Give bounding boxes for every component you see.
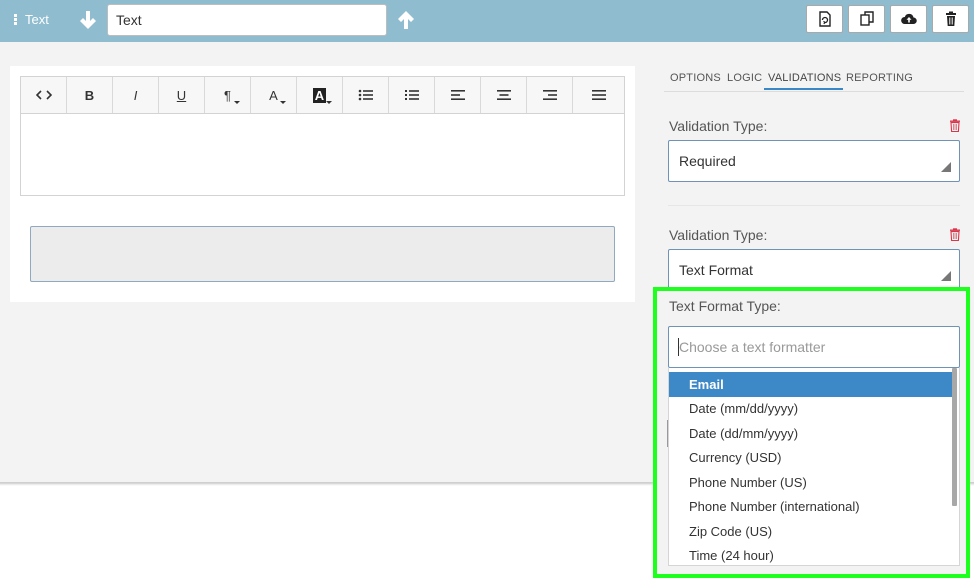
option-phone-us[interactable]: Phone Number (US) [669, 470, 955, 495]
validation-type-label: Validation Type: [669, 118, 768, 134]
bold-icon: B [84, 87, 95, 103]
text-format-type-label: Text Format Type: [669, 298, 781, 314]
top-toolbar: Text [0, 0, 974, 42]
bold-button[interactable]: B [67, 77, 113, 113]
paragraph-icon: ¶ [224, 87, 231, 103]
resize-corner-icon [941, 162, 951, 172]
selected-value: Required [679, 153, 736, 169]
align-right-icon [542, 90, 557, 100]
copy-icon [859, 11, 874, 26]
resize-corner-icon [941, 271, 951, 281]
text-cursor [678, 338, 679, 356]
delete-button[interactable] [932, 5, 969, 33]
unordered-list-button[interactable] [343, 77, 389, 113]
align-left-icon [450, 90, 465, 100]
chevron-down-icon [280, 101, 286, 104]
align-center-icon [496, 90, 511, 100]
drag-handle[interactable]: Text [14, 12, 49, 27]
tab-options[interactable]: OPTIONS [670, 72, 721, 88]
option-date-mmddyyyy[interactable]: Date (mm/dd/yyyy) [669, 397, 955, 422]
option-list: Email Date (mm/dd/yyyy) Date (dd/mm/yyyy… [669, 368, 959, 566]
tab-reporting[interactable]: REPORTING [846, 72, 913, 88]
tab-logic[interactable]: LOGIC [727, 72, 762, 88]
text-formatter-search-input[interactable] [668, 326, 960, 368]
validation-type-select[interactable]: Text Format [668, 249, 960, 291]
arrow-up-icon [398, 11, 414, 29]
editor-toolbar: B I U ¶ A A [21, 77, 624, 114]
editor-content[interactable] [21, 114, 624, 196]
align-right-button[interactable] [527, 77, 573, 113]
refresh-doc-button[interactable] [806, 5, 843, 33]
rich-text-editor: B I U ¶ A A [20, 76, 625, 196]
font-color-button[interactable]: A [251, 77, 297, 113]
trash-icon[interactable] [949, 228, 961, 241]
option-date-ddmmyyyy[interactable]: Date (dd/mm/yyyy) [669, 421, 955, 446]
answer-preview-field [30, 226, 615, 282]
cloud-upload-icon [900, 13, 917, 24]
arrow-down-icon [80, 11, 96, 29]
trash-icon[interactable] [949, 119, 961, 132]
selected-value: Text Format [679, 262, 753, 278]
background-color-icon: A [312, 87, 327, 103]
align-center-button[interactable] [481, 77, 527, 113]
question-title-input[interactable] [107, 4, 387, 36]
align-left-button[interactable] [435, 77, 481, 113]
validation-type-label: Validation Type: [669, 227, 768, 243]
option-currency-usd[interactable]: Currency (USD) [669, 446, 955, 471]
text-formatter-dropdown: Email Date (mm/dd/yyyy) Date (dd/mm/yyyy… [668, 368, 960, 566]
chevron-down-icon [326, 101, 332, 104]
dropdown-scrollbar[interactable] [952, 368, 957, 506]
code-view-button[interactable] [21, 77, 67, 113]
underline-icon: U [176, 87, 187, 103]
tab-validations[interactable]: VALIDATIONS [764, 72, 844, 90]
move-down-button[interactable] [78, 9, 98, 31]
paragraph-button[interactable]: ¶ [205, 77, 251, 113]
underline-button[interactable]: U [159, 77, 205, 113]
justify-button[interactable] [573, 77, 624, 113]
upload-button[interactable] [890, 5, 927, 33]
panel-tabs: OPTIONS LOGIC VALIDATIONS REPORTING [664, 66, 964, 92]
code-icon [35, 90, 52, 100]
ordered-list-icon [404, 90, 419, 100]
unordered-list-icon [358, 89, 373, 101]
move-up-button[interactable] [396, 9, 416, 31]
ordered-list-button[interactable] [389, 77, 435, 113]
copy-button[interactable] [848, 5, 885, 33]
trash-icon [945, 11, 956, 26]
option-zip-us[interactable]: Zip Code (US) [669, 519, 955, 544]
background-color-button[interactable]: A [297, 77, 343, 113]
validation-type-select[interactable]: Required [668, 140, 960, 182]
font-color-icon: A [269, 87, 278, 103]
divider [668, 205, 960, 206]
refresh-doc-icon [818, 11, 831, 27]
italic-icon: I [133, 87, 138, 103]
handle-label: Text [25, 12, 49, 27]
justify-icon [591, 90, 606, 100]
grip-icon [14, 14, 17, 25]
option-email[interactable]: Email [669, 372, 955, 397]
chevron-down-icon [234, 101, 240, 104]
option-phone-international[interactable]: Phone Number (international) [669, 495, 955, 520]
option-time-24h[interactable]: Time (24 hour) [669, 544, 955, 566]
italic-button[interactable]: I [113, 77, 159, 113]
